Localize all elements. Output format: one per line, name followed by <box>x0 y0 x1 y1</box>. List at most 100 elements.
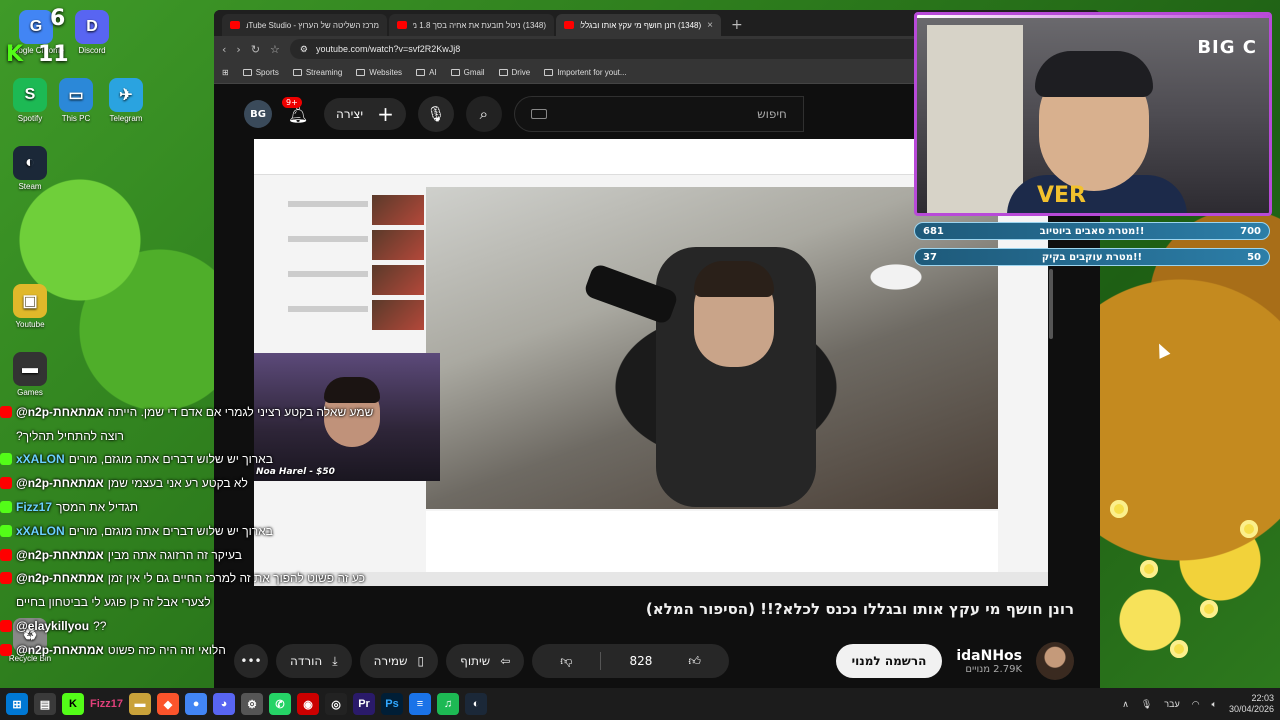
subscribe-button[interactable]: הרשמה למנוי <box>835 644 943 678</box>
microphone-icon: 🎙︎ <box>426 105 446 123</box>
chat-text: ?? <box>93 619 107 634</box>
clock[interactable]: 22:03 30/04/2026 <box>1229 693 1274 715</box>
forward-icon[interactable]: › <box>236 43 240 56</box>
chat-username: @n2p-אמתאחת <box>16 476 104 491</box>
flower-decoration <box>1170 640 1188 658</box>
video-inner-page-info <box>426 511 998 575</box>
desktop-icon-label: Discord <box>78 46 106 55</box>
kick-icon[interactable]: K <box>62 693 84 715</box>
new-tab-icon[interactable]: + <box>723 17 751 36</box>
brave-icon[interactable]: ◆ <box>157 693 180 715</box>
channel-avatar[interactable] <box>1036 642 1074 680</box>
chat-username: xXALON <box>16 452 65 467</box>
browser-tab[interactable]: (1348) רונן חושף מי עקץ אותו ובגללו × <box>556 14 721 36</box>
language-indicator[interactable]: עבר <box>1164 699 1179 709</box>
like-button[interactable]: 828 👍︎ <box>601 644 728 678</box>
dislike-button[interactable]: 👎︎ <box>532 644 600 678</box>
notes-icon[interactable]: ≡ <box>409 693 432 715</box>
desktop-overlay-k-badge: K <box>6 42 24 67</box>
browser-tab[interactable]: מרכז השליטה של הערוץ - YouTube Studio <box>222 14 387 36</box>
chat-text: בארוך יש שלוש דברים אתה מוגזם, מורים <box>68 523 273 538</box>
keyboard-icon[interactable] <box>530 109 547 119</box>
spotify-taskbar-icon[interactable]: ♫ <box>437 693 460 715</box>
obs-icon[interactable]: ◉ <box>297 693 320 715</box>
premiere-icon[interactable]: Pr <box>353 693 376 715</box>
chat-username: @elaykillyou <box>16 619 90 634</box>
desktop-icon-youtube[interactable]: ▣ Youtube <box>0 284 60 329</box>
mic-tray-icon[interactable]: 🎙︎ <box>1141 699 1152 710</box>
wifi-icon[interactable]: ◠ <box>1192 699 1200 710</box>
channel-info: idaNHos 2.79K מנויים <box>956 648 1022 675</box>
desktop-icon-steam[interactable]: ◐ Steam <box>0 146 60 191</box>
steam-taskbar-icon[interactable]: ◐ <box>465 693 488 715</box>
tab-title: מרכז השליטה של הערוץ - YouTube Studio <box>246 20 379 30</box>
address-bar[interactable]: ⚙ youtube.com/watch?v=svf2R2KwJj8 <box>289 39 976 59</box>
voice-search-button[interactable]: 🎙︎ <box>417 96 454 132</box>
channel-name[interactable]: idaNHos <box>956 648 1022 664</box>
bookmark-gmail[interactable]: Gmail <box>450 68 485 77</box>
kick-badge-icon <box>0 524 12 537</box>
task-view-icon[interactable]: ▤ <box>34 693 56 715</box>
reload-icon[interactable]: ↻ <box>251 43 260 56</box>
bookmark-star-icon[interactable]: ☆ <box>270 43 280 56</box>
goal-target: 50 <box>1247 251 1261 263</box>
bookmark-streaming[interactable]: Streaming <box>292 68 342 77</box>
notifications-button[interactable]: 9+ 🔔︎ <box>282 96 312 124</box>
apps-grid-icon[interactable]: ⊞ <box>222 68 229 77</box>
chat-username: @n2p-אמתאחת <box>16 642 104 657</box>
bookmark-label: Gmail <box>463 68 485 77</box>
photoshop-icon[interactable]: Ps <box>381 693 404 715</box>
search-input[interactable]: חיפוש <box>513 96 804 132</box>
video-title: רונן חושף מי עקץ אותו ובגללו נכנס לכלא?!… <box>645 600 1074 618</box>
tray-chevron-icon[interactable]: ∧ <box>1122 699 1129 710</box>
back-icon[interactable]: ‹ <box>222 43 226 56</box>
explorer-icon[interactable]: ▬ <box>129 693 152 715</box>
chat-message: @elaykillyou?? <box>0 614 410 638</box>
discord-icon[interactable]: ◕ <box>213 693 236 715</box>
volume-icon[interactable]: 🔈︎ <box>1212 699 1217 710</box>
kick-badge-icon <box>0 501 12 514</box>
site-info-icon[interactable]: ⚙ <box>300 44 308 55</box>
chat-username: Fizz17 <box>16 500 53 515</box>
chat-username: @n2p-אמתאחת <box>16 547 104 562</box>
goal-target: 700 <box>1240 225 1261 237</box>
bookmark-drive[interactable]: Drive <box>498 68 531 77</box>
bookmark-importent-for-yout-[interactable]: Importent for yout... <box>544 68 627 77</box>
bookmark-sports[interactable]: Sports <box>242 68 279 77</box>
system-tray: ∧ 🎙︎ עבר ◠ 🔈︎ 22:03 30/04/2026 <box>1122 693 1274 715</box>
video-inner-recommendations <box>254 195 424 335</box>
chat-message: @n2p-אמתאחת בעיקר זה הרזוגה אתה מבין <box>0 543 410 567</box>
chrome-icon[interactable]: ● <box>185 693 208 715</box>
goal-bar: 37 !!מטרת עוקבים בקיק 50 <box>914 248 1270 266</box>
bookmark-label: Drive <box>511 68 531 77</box>
goal-current: 681 <box>923 225 944 237</box>
chat-username: @n2p-אמתאחת <box>16 404 104 419</box>
folder-icon <box>356 69 366 76</box>
chat-message: @n2p-אמתאחת שמע שאלה בקטע רציני לגמרי אם … <box>0 400 410 424</box>
settings-icon[interactable]: ⚙ <box>241 693 264 715</box>
create-button[interactable]: יצירה + <box>324 98 406 130</box>
chat-text: רוצה להתחיל תהליך? <box>16 428 124 443</box>
taskbar-app-label[interactable]: Fizz17 <box>90 698 123 710</box>
browser-tab[interactable]: (1348) ניטל תובעת את אחיה בסך 1.8 מיל <box>389 14 554 36</box>
search-placeholder: חיפוש <box>757 107 787 121</box>
bookmark-websites[interactable]: Websites <box>356 68 402 77</box>
desktop-icon-discord[interactable]: D Discord <box>62 10 122 55</box>
youtube-favicon-icon <box>397 21 407 29</box>
start-icon[interactable]: ⊞ <box>6 693 28 715</box>
account-avatar[interactable]: BG <box>244 100 272 128</box>
desktop-icon-games[interactable]: ▬ Games <box>0 352 60 397</box>
kick-badge-icon <box>0 453 12 466</box>
tab-title: (1348) רונן חושף מי עקץ אותו ובגללו <box>580 20 702 30</box>
desktop-icon-label: Games <box>17 388 43 397</box>
youtube-favicon-icon <box>230 21 240 29</box>
share-button[interactable]: שיתוף ⇦ <box>446 644 525 678</box>
bookmark-ai[interactable]: AI <box>416 68 437 77</box>
desktop-icon-telegram[interactable]: ✈ Telegram <box>96 78 156 123</box>
github-icon[interactable]: ◎ <box>325 693 348 715</box>
search-button[interactable]: ⌕ <box>465 96 502 132</box>
whatsapp-icon[interactable]: ✆ <box>269 693 292 715</box>
flower-decoration <box>1200 600 1218 618</box>
close-tab-icon[interactable]: × <box>707 20 713 31</box>
youtube-badge-icon <box>0 572 12 585</box>
